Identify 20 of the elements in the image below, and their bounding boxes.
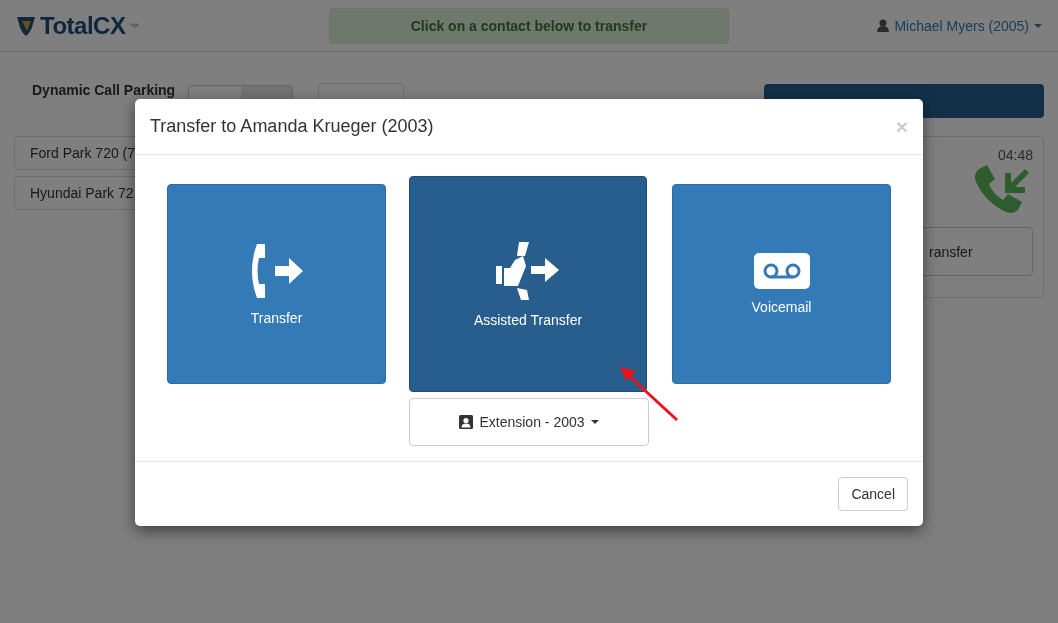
- user-icon: [877, 19, 890, 32]
- user-menu[interactable]: Michael Myers (2005): [877, 17, 1042, 34]
- info-alert: Click on a contact below to transfer: [329, 7, 729, 44]
- parking-label: Dynamic Call Parking: [32, 82, 177, 98]
- cancel-button[interactable]: Cancel: [838, 477, 908, 511]
- transfer-option[interactable]: Assisted Transfer: [409, 176, 647, 392]
- pointer-arrow: [618, 365, 680, 423]
- dialog-title: Transfer to Amanda Krueger (2003): [150, 116, 434, 137]
- voicemail-icon: [753, 253, 810, 289]
- transfer-option[interactable]: Transfer: [167, 184, 386, 384]
- transfer-option[interactable]: Voicemail: [672, 184, 891, 384]
- call-timer: 04:48: [997, 147, 1033, 163]
- shield-logo-icon: [16, 14, 36, 37]
- caret-icon: [1034, 23, 1042, 28]
- logo-text: TotalCX: [40, 11, 126, 40]
- caret-icon: [590, 420, 599, 424]
- trademark-mark: ™: [129, 21, 139, 32]
- extension-dropdown[interactable]: Extension - 2003: [409, 398, 649, 446]
- contact-card-icon: [459, 415, 474, 429]
- handoff-arrow-icon: [495, 240, 561, 302]
